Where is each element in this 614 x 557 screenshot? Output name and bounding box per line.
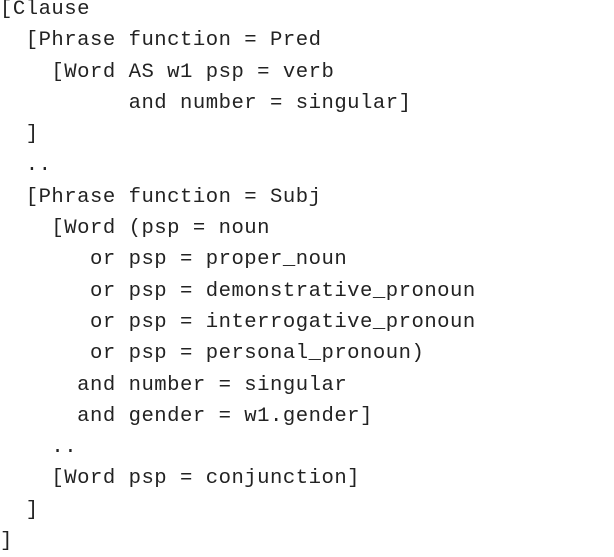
code-line-number-singular: and number = singular] [0,91,412,115]
code-line-word-noun: [Word (psp = noun [0,217,271,241]
code-line-phrase-subj: [Phrase function = Subj [0,185,322,209]
query-code-block: [Clause [Phrase function = Pred [Word AS… [0,0,614,553]
code-line-ellipsis: .. [0,154,52,178]
code-line-proper-noun: or psp = proper_noun [0,248,348,272]
code-line-word-conjunction: [Word psp = conjunction] [0,467,361,491]
code-line-interrogative-pronoun: or psp = interrogative_pronoun [0,310,476,334]
code-line-number-constraint: and number = singular [0,373,348,397]
code-line-clause-close: ] [0,530,13,554]
code-line-personal-pronoun: or psp = personal_pronoun) [0,342,425,366]
code-line-clause-open: [Clause [0,0,91,21]
code-line-word-verb: [Word AS w1 psp = verb [0,60,335,84]
code-line-phrase-pred: [Phrase function = Pred [0,29,322,53]
code-line-gender-constraint: and gender = w1.gender] [0,404,373,428]
code-line-phrase-close: ] [0,123,39,147]
code-line-inner-ellipsis: .. [0,436,78,460]
code-line-phrase-close-2: ] [0,498,39,522]
code-line-demonstrative-pronoun: or psp = demonstrative_pronoun [0,279,476,303]
